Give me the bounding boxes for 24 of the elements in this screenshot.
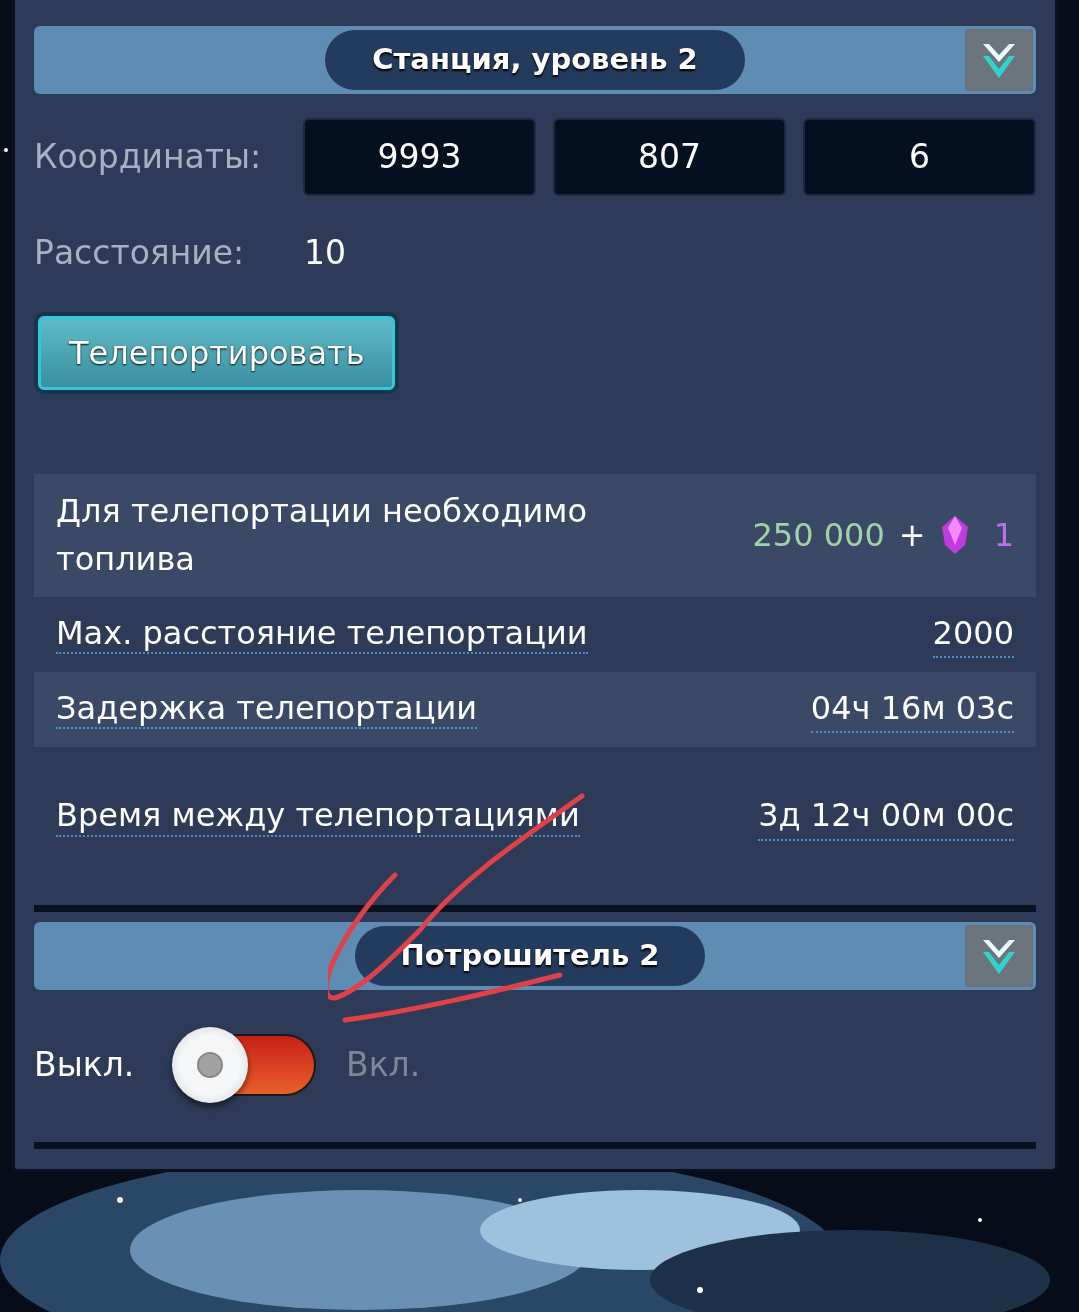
section-header[interactable]: Потрошитель 2 [34, 921, 1036, 990]
detail-label[interactable]: Max. расстояние телепортации [56, 613, 588, 655]
coordinate-field[interactable]: 807 [553, 118, 786, 196]
fuel-amount: 250 000 [752, 515, 885, 556]
plus-sign: + [898, 515, 926, 556]
crystal-icon [939, 515, 970, 555]
off-label: Выкл. [34, 1043, 136, 1086]
section-title: Потрошитель 2 [355, 925, 705, 986]
on-label: Вкл. [346, 1043, 421, 1086]
section-title: Станция, уровень 2 [325, 30, 745, 90]
coordinates-label: Координаты: [34, 136, 263, 179]
detail-value[interactable]: 2000 [932, 609, 1014, 659]
coordinate-field[interactable]: 9993 [303, 118, 536, 196]
expand-button[interactable] [965, 29, 1033, 91]
detail-label[interactable]: Задержка телепортации [56, 688, 478, 730]
section-header[interactable]: Станция, уровень 2 [34, 26, 1036, 94]
detail-label: Для телепортации необходимо топлива [56, 491, 589, 580]
coordinate-field[interactable]: 6 [803, 118, 1036, 196]
distance-label: Расстояние: [34, 232, 246, 274]
detail-value[interactable]: 3д 12ч 00м 00с [758, 792, 1014, 841]
crystal-amount: 1 [993, 515, 1014, 556]
detail-value[interactable]: 04ч 16м 03с [810, 684, 1014, 734]
expand-button[interactable] [965, 924, 1033, 987]
distance-value: 10 [304, 232, 346, 274]
